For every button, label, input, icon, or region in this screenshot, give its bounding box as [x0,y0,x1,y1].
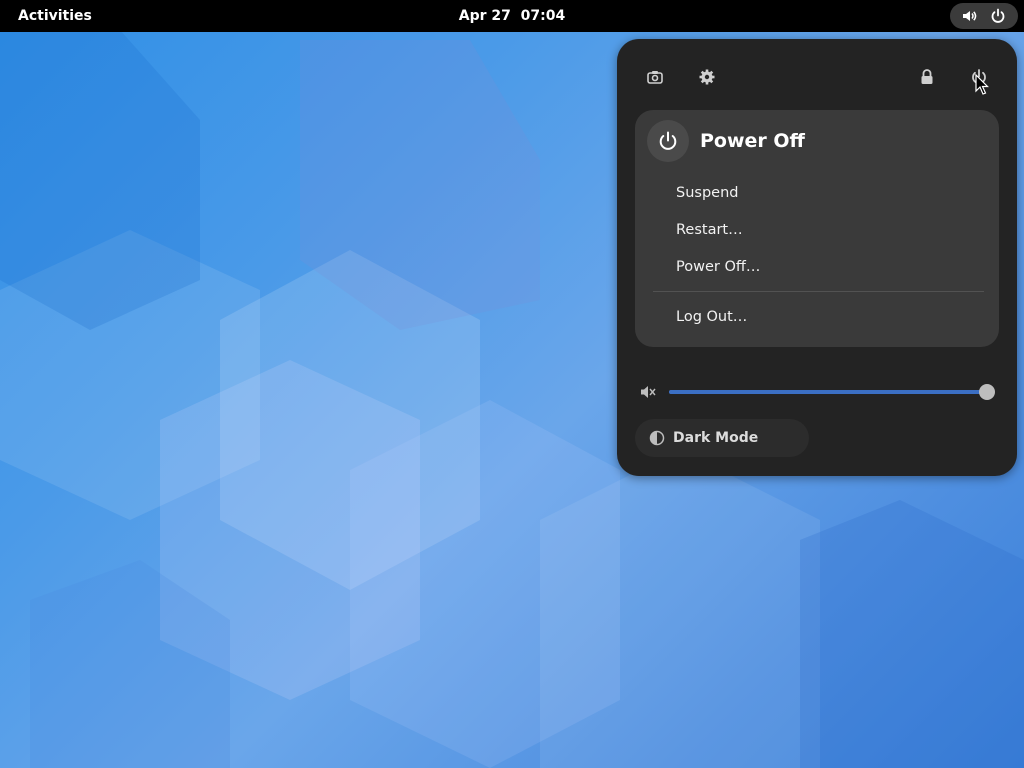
volume-track-fill [669,390,985,394]
dark-mode-toggle[interactable]: Dark Mode [635,419,809,457]
power-icon [991,8,1005,23]
clock-button[interactable]: Apr 27 07:04 [448,3,576,29]
volume-slider-handle[interactable] [979,384,995,400]
power-icon [659,131,677,150]
speaker-muted-icon[interactable] [639,383,657,401]
activities-button[interactable]: Activities [8,3,102,29]
volume-icon [963,11,977,21]
clock-time: 07:04 [520,8,566,24]
mouse-cursor [975,74,989,95]
lock-icon [921,69,933,84]
screenshot-button[interactable] [637,59,673,95]
half-circle-icon [649,430,665,446]
power-off-menu: Power Off Suspend Restart… Power Off… Lo… [635,110,999,347]
menu-item-suspend[interactable]: Suspend [647,177,987,209]
dark-mode-label: Dark Mode [673,430,759,446]
gear-icon [699,69,715,85]
clock-date: Apr 27 [458,8,511,24]
quick-settings-panel: Power Off Suspend Restart… Power Off… Lo… [617,39,1017,476]
lock-button[interactable] [909,59,945,95]
top-bar: Activities Apr 27 07:04 [0,0,1024,32]
power-menu-title: Power Off [700,130,805,152]
menu-item-log-out[interactable]: Log Out… [647,301,987,333]
system-status-button[interactable] [950,3,1018,29]
desktop: Activities Apr 27 07:04 Power Off Suspen… [0,0,1024,768]
camera-icon [647,71,663,84]
menu-item-restart[interactable]: Restart… [647,214,987,246]
volume-slider[interactable] [669,380,995,404]
menu-item-power-off[interactable]: Power Off… [647,251,987,283]
menu-separator [653,291,984,292]
settings-button[interactable] [689,59,725,95]
power-menu-header-icon [647,120,689,162]
